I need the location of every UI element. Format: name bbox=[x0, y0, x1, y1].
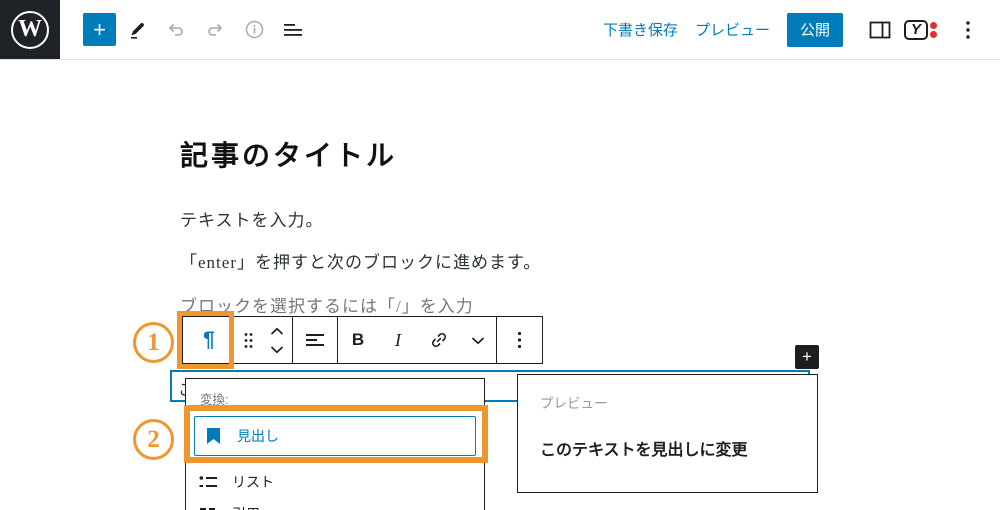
drag-handle[interactable] bbox=[235, 317, 261, 363]
details-button[interactable] bbox=[236, 12, 272, 48]
text-align-button[interactable] bbox=[293, 317, 337, 363]
yoast-seo-button[interactable]: Y bbox=[904, 19, 937, 40]
move-down-button[interactable] bbox=[270, 340, 284, 358]
redo-icon bbox=[204, 19, 226, 41]
chevron-down-icon bbox=[471, 336, 485, 345]
yoast-dot-top bbox=[930, 21, 937, 29]
transform-item-label: リスト bbox=[232, 474, 274, 490]
bold-button[interactable]: B bbox=[338, 317, 378, 363]
transform-block-menu: 変換: 見出し リスト bbox=[185, 378, 485, 510]
change-block-type-button[interactable]: ¶ bbox=[183, 317, 235, 363]
list-icon bbox=[198, 475, 218, 489]
preview-button[interactable]: プレビュー bbox=[695, 19, 770, 40]
wordpress-block-editor: W + 下書き保存 プレビュー 公開 Y 記事のタイトル テキストを入力。 「e… bbox=[0, 0, 1000, 510]
paragraph-block-2[interactable]: 「enter」を押すと次のブロックに進めます。 bbox=[180, 248, 541, 273]
list-view-button[interactable] bbox=[275, 12, 311, 48]
settings-sidebar-toggle-button[interactable] bbox=[862, 12, 898, 48]
transform-preview-panel: プレビュー このテキストを見出しに変更 bbox=[517, 374, 818, 493]
transform-item-label: 見出し bbox=[237, 428, 279, 444]
chevron-up-icon bbox=[270, 327, 284, 336]
annotation-step2-number: 2 bbox=[133, 419, 174, 460]
paragraph-block-1[interactable]: テキストを入力。 bbox=[180, 206, 324, 231]
options-menu-button[interactable] bbox=[950, 12, 986, 48]
block-options-button[interactable] bbox=[497, 317, 542, 363]
undo-icon bbox=[165, 19, 187, 41]
wordpress-logo-letter: W bbox=[18, 15, 42, 42]
wordpress-logo[interactable]: W bbox=[0, 0, 60, 59]
link-icon bbox=[429, 330, 449, 350]
block-mover bbox=[261, 317, 292, 363]
more-formatting-button[interactable] bbox=[460, 317, 496, 363]
wordpress-logo-ring: W bbox=[11, 10, 49, 49]
block-inserter-toggle-button[interactable]: + bbox=[83, 13, 116, 46]
move-up-button[interactable] bbox=[270, 322, 284, 340]
header-right-actions: 下書き保存 プレビュー 公開 Y bbox=[603, 12, 1000, 48]
save-draft-button[interactable]: 下書き保存 bbox=[603, 19, 678, 40]
transform-to-quote-item[interactable]: 引用 bbox=[186, 498, 484, 510]
chevron-down-icon bbox=[270, 345, 284, 354]
more-vertical-icon bbox=[965, 20, 971, 40]
editor-top-bar: W + 下書き保存 プレビュー 公開 Y bbox=[0, 0, 1000, 60]
preview-heading-text: このテキストを見出しに変更 bbox=[540, 442, 748, 459]
heading-bookmark-icon bbox=[203, 427, 223, 445]
undo-button[interactable] bbox=[158, 12, 194, 48]
add-block-button[interactable]: + bbox=[795, 345, 819, 369]
pencil-icon bbox=[127, 20, 147, 40]
redo-button[interactable] bbox=[197, 12, 233, 48]
edit-mode-pencil-button[interactable] bbox=[119, 12, 155, 48]
link-button[interactable] bbox=[418, 317, 460, 363]
yoast-dot-bottom bbox=[930, 30, 937, 38]
empty-paragraph-placeholder[interactable]: ブロックを選択するには「/」を入力 bbox=[180, 292, 474, 317]
align-left-icon bbox=[305, 333, 325, 347]
info-icon bbox=[244, 19, 265, 40]
transform-item-label: 引用 bbox=[232, 504, 260, 510]
list-view-icon bbox=[283, 22, 303, 38]
transform-to-heading-item[interactable]: 見出し bbox=[194, 416, 476, 456]
transform-menu-label: 変換: bbox=[200, 393, 229, 407]
italic-button[interactable]: I bbox=[378, 317, 418, 363]
publish-button[interactable]: 公開 bbox=[786, 12, 843, 47]
more-vertical-icon bbox=[517, 331, 522, 349]
block-toolbar: ¶ B I bbox=[182, 316, 543, 364]
post-title-field[interactable]: 記事のタイトル bbox=[180, 134, 397, 174]
sidebar-panel-icon bbox=[869, 21, 891, 39]
drag-handle-icon bbox=[244, 332, 253, 349]
annotation-step1-number: 1 bbox=[133, 322, 174, 363]
transform-to-list-item[interactable]: リスト bbox=[186, 466, 484, 498]
yoast-status-dots bbox=[930, 21, 937, 39]
yoast-seo-icon: Y bbox=[904, 19, 928, 40]
preview-panel-label: プレビュー bbox=[540, 396, 608, 411]
